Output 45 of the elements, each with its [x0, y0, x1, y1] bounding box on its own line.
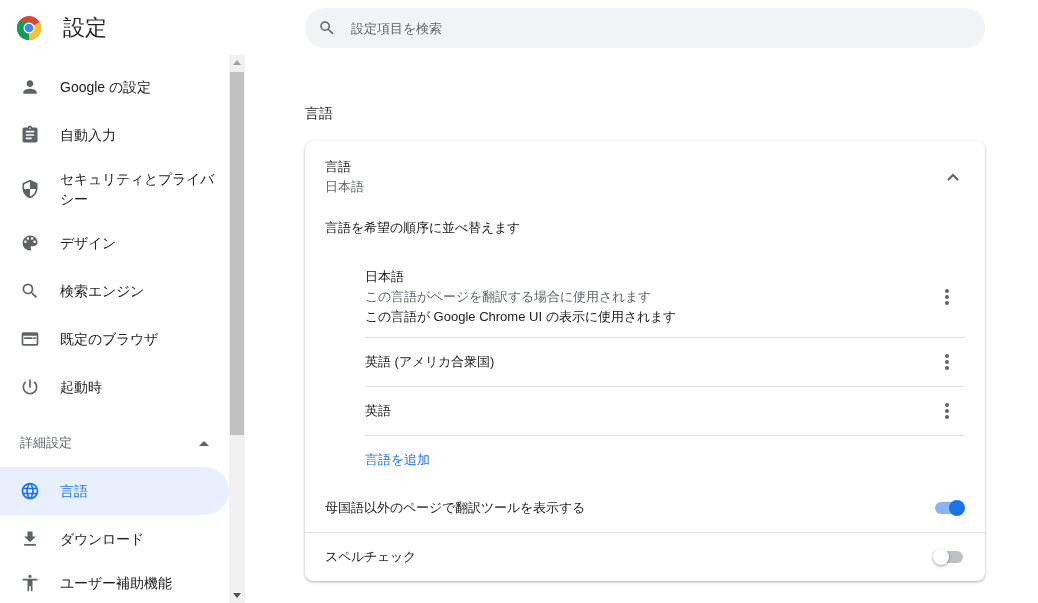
scroll-down-icon[interactable]	[233, 593, 241, 598]
nav-item[interactable]: 自動入力	[0, 111, 229, 159]
chevron-up-icon	[947, 173, 959, 181]
language-note: この言語がページを翻訳する場合に使用されます	[365, 287, 652, 306]
nav-item[interactable]: 検索エンジン	[0, 267, 229, 315]
toggle-switch[interactable]	[933, 549, 965, 565]
scrollbar[interactable]	[229, 55, 245, 603]
globe-icon	[20, 481, 40, 501]
accessibility-icon	[20, 573, 40, 593]
language-name: 英語 (アメリカ合衆国)	[365, 353, 495, 371]
setting-label: スペルチェック	[325, 548, 416, 567]
scroll-thumb[interactable]	[230, 72, 244, 435]
setting-label: 母国語以外のページで翻訳ツールを表示する	[325, 498, 585, 517]
caret-icon	[199, 440, 209, 446]
search-icon	[20, 281, 40, 301]
more-options-icon[interactable]	[945, 403, 949, 419]
toggle-switch[interactable]	[933, 499, 965, 516]
search-icon	[318, 19, 336, 37]
nav-item[interactable]: Google の設定	[0, 63, 229, 111]
add-language-link[interactable]: 言語を追加	[365, 449, 430, 470]
palette-icon	[20, 233, 40, 253]
nav-item[interactable]: 言語	[0, 467, 229, 515]
more-options-icon[interactable]	[945, 288, 949, 305]
more-options-icon[interactable]	[945, 354, 949, 370]
page-title: 設定	[63, 14, 107, 42]
nav-item[interactable]: デザイン	[0, 219, 229, 267]
nav-item[interactable]: セキュリティとプライバシー	[0, 159, 229, 219]
nav-item[interactable]: 既定のブラウザ	[0, 315, 229, 363]
browser-logo-icon	[17, 15, 41, 40]
language-name: 英語	[365, 402, 391, 420]
power-icon	[20, 377, 40, 397]
language-name: 日本語	[365, 267, 405, 286]
search-field[interactable]: 設定項目を検索	[305, 8, 985, 48]
browser-window-icon	[20, 329, 40, 349]
description-text: 言語を希望の順序に並べ替えます	[325, 219, 520, 238]
language-note: この言語が Google Chrome UI の表示に使用されます	[365, 307, 676, 326]
section-heading: 言語	[305, 104, 334, 122]
advanced-section-toggle[interactable]: 詳細設定	[0, 419, 229, 467]
nav-item[interactable]: ダウンロード	[0, 515, 229, 563]
setting-value: 日本語	[325, 178, 364, 196]
clipboard-icon	[20, 125, 40, 145]
nav-item[interactable]: ユーザー補助機能	[0, 563, 229, 603]
shield-icon	[20, 179, 40, 199]
nav-item[interactable]: 起動時	[0, 363, 229, 411]
setting-title: 言語	[325, 158, 352, 176]
